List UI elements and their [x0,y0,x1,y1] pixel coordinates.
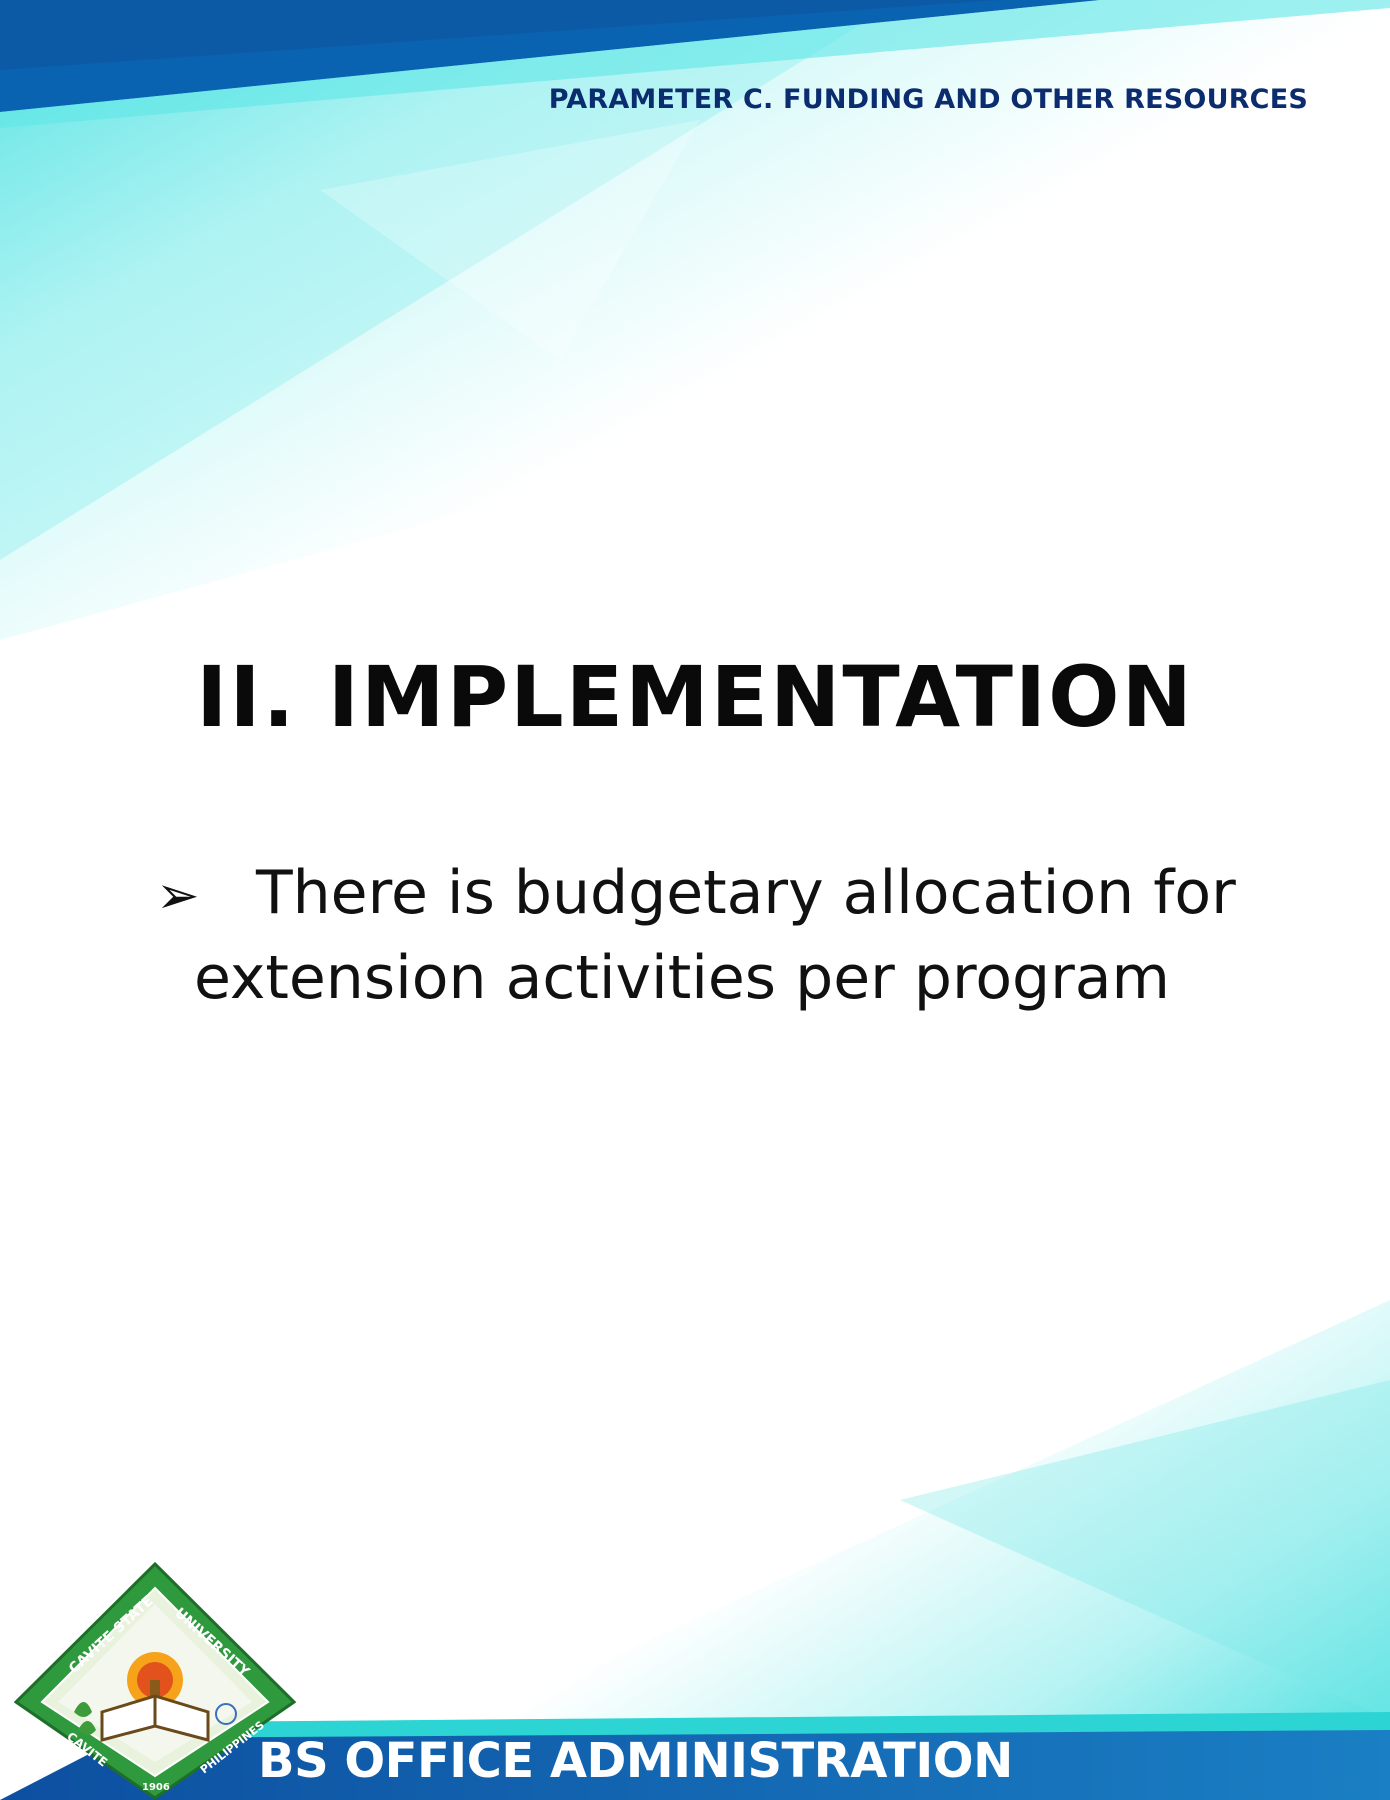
parameter-title: PARAMETER C. FUNDING AND OTHER RESOURCES [548,84,1308,115]
arrow-bullet-icon: ➢ [156,866,200,926]
bullet-text-line2: extension activities per program [194,943,1170,1013]
bullet-text-line1: There is budgetary allocation for [256,858,1236,928]
document-page: PARAMETER C. FUNDING AND OTHER RESOURCES… [0,0,1390,1800]
svg-text:1906: 1906 [142,1782,170,1793]
program-name: BS OFFICE ADMINISTRATION [258,1733,1013,1789]
university-seal-logo: CAVITE STATE UNIVERSITY CAVITE PHILIPPIN… [14,1562,296,1800]
section-title: II. IMPLEMENTATION [196,648,1194,746]
bullet-item: ➢ There is budgetary allocation for exten… [156,852,1306,1019]
